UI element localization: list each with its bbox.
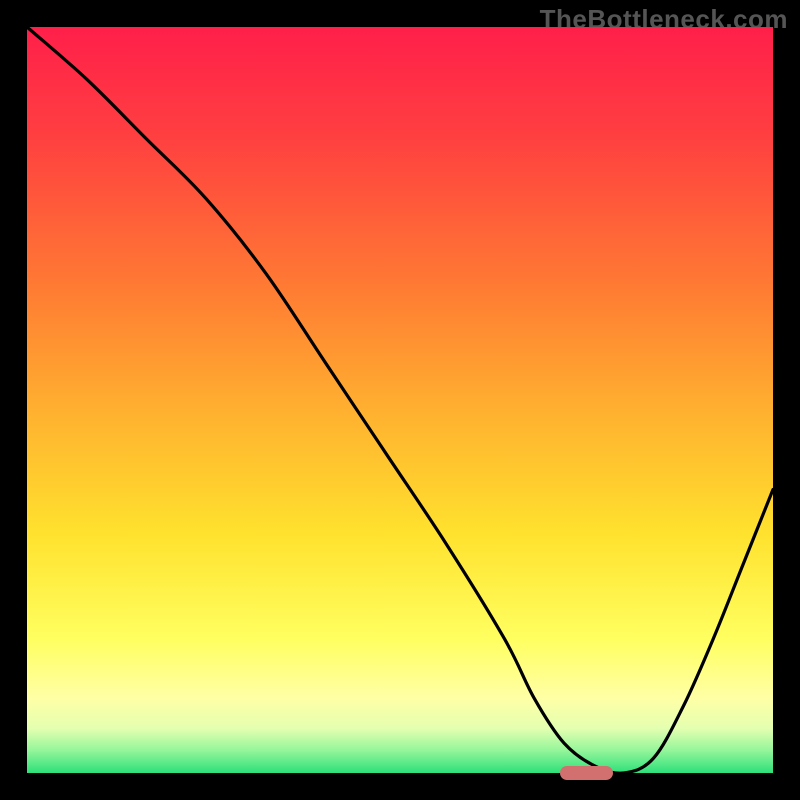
bottleneck-curve [27, 27, 773, 773]
curve-layer [27, 27, 773, 773]
chart-frame: TheBottleneck.com [0, 0, 800, 800]
plot-area [27, 27, 773, 773]
optimum-marker [560, 766, 612, 780]
